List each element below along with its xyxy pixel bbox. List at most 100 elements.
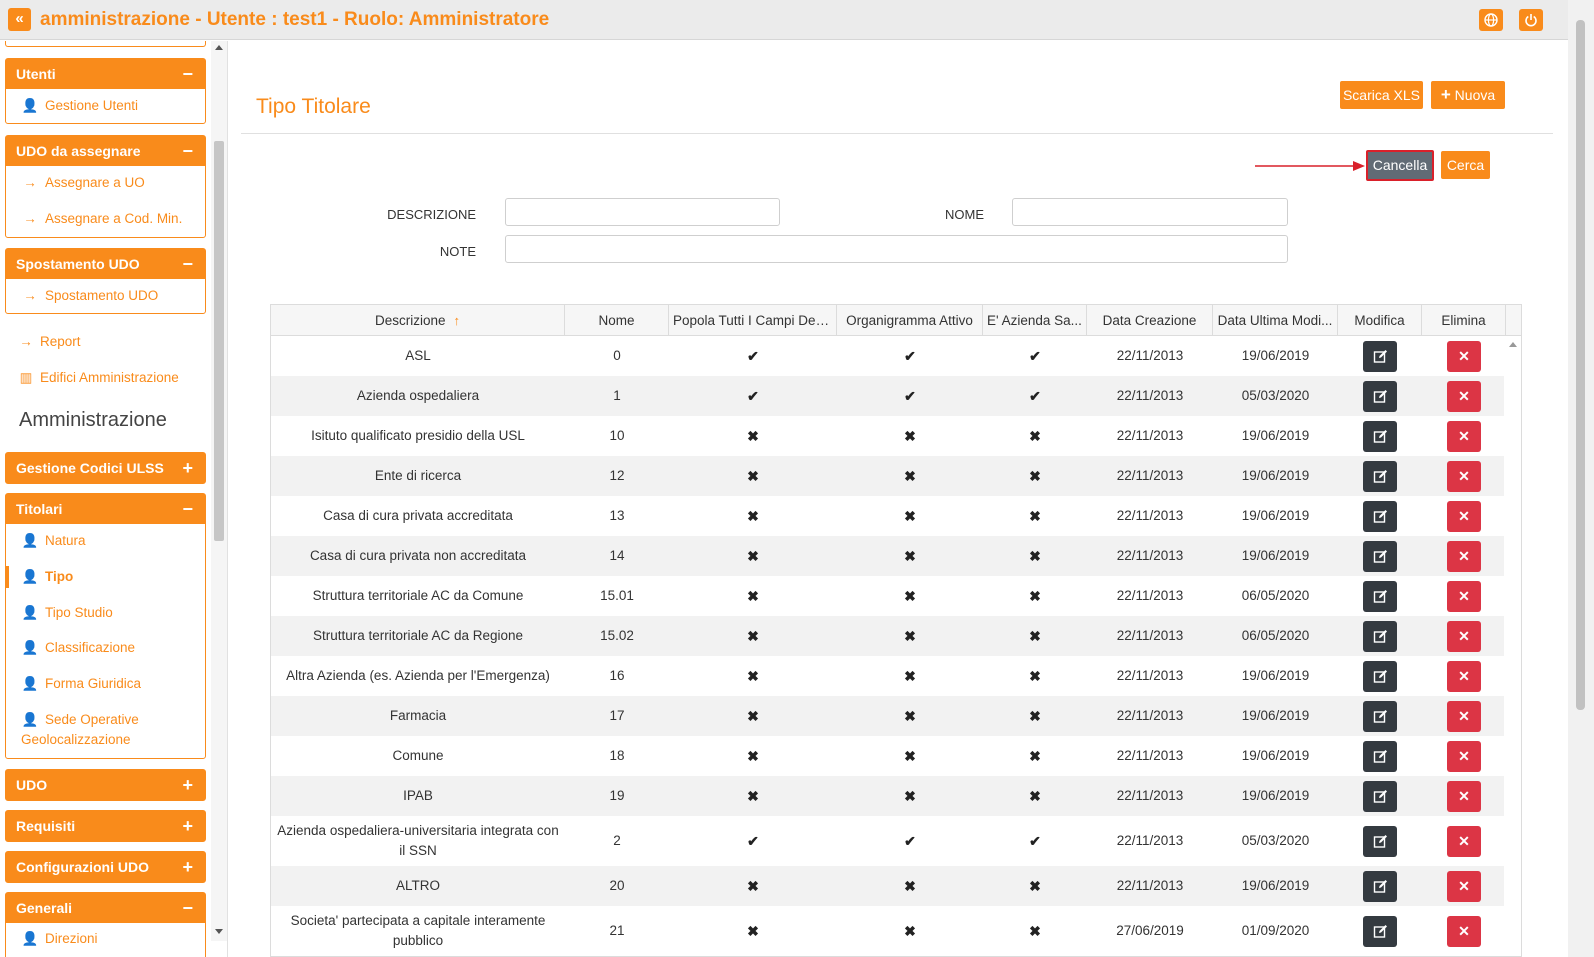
sidebar-item-assegnare-uo[interactable]: → Assegnare a UO <box>21 175 145 190</box>
sidebar-panel-requisiti[interactable]: Requisiti + <box>5 810 206 842</box>
edit-icon[interactable] <box>1363 460 1397 492</box>
expand-icon[interactable]: + <box>182 852 193 882</box>
double-chevron-left-icon[interactable]: « <box>8 8 31 31</box>
sidebar-panel-udo[interactable]: UDO + <box>5 769 206 801</box>
cancel-button[interactable]: Cancella <box>1366 150 1434 181</box>
sort-ascending-icon[interactable]: ↑ <box>454 313 461 328</box>
edit-icon[interactable] <box>1363 620 1397 652</box>
delete-icon[interactable]: ✕ <box>1447 740 1481 772</box>
sidebar-panel-gestione-codici-ulss[interactable]: Gestione Codici ULSS + <box>5 452 206 484</box>
table-row[interactable]: Struttura territoriale AC da Comune 15.01… <box>271 576 1504 616</box>
edit-icon[interactable] <box>1363 660 1397 692</box>
sidebar-item-tipo-studio[interactable]: 👤 Tipo Studio <box>21 605 113 621</box>
table-row[interactable]: ASL 0 ✔ ✔ ✔ 22/11/2013 19/06/2019 ✕ <box>271 336 1504 376</box>
collapse-icon[interactable]: − <box>182 249 193 279</box>
sidebar-link-report[interactable]: → Report <box>18 334 80 349</box>
sidebar-scrollbar[interactable] <box>211 41 227 941</box>
table-row[interactable]: Azienda ospedaliera 1 ✔ ✔ ✔ 22/11/2013 05/03/2… <box>271 376 1504 416</box>
panel-header-utenti[interactable]: Utenti − <box>6 59 205 89</box>
column-header-nome[interactable]: Nome <box>565 305 669 336</box>
delete-icon[interactable]: ✕ <box>1447 460 1481 492</box>
delete-icon[interactable]: ✕ <box>1447 580 1481 612</box>
table-row[interactable]: Casa di cura privata accreditata 13 ✖ ✖ ✖ 22/… <box>271 496 1504 536</box>
new-button[interactable]: + Nuova <box>1431 81 1505 109</box>
delete-icon[interactable]: ✕ <box>1447 500 1481 532</box>
note-input[interactable] <box>505 235 1288 263</box>
sidebar-item-direzioni[interactable]: 👤 Direzioni <box>21 931 98 947</box>
delete-icon[interactable]: ✕ <box>1447 870 1481 902</box>
cell-creazione: 27/06/2019 <box>1116 923 1184 938</box>
edit-icon[interactable] <box>1363 340 1397 372</box>
cell-organigramma: ✖ <box>837 576 983 616</box>
edit-icon[interactable] <box>1363 870 1397 902</box>
expand-icon[interactable]: + <box>182 811 193 841</box>
sidebar-item-spostamento-udo[interactable]: → Spostamento UDO <box>21 288 158 303</box>
column-header-azienda[interactable]: E' Azienda Sa... <box>983 305 1087 336</box>
expand-icon[interactable]: + <box>182 453 193 483</box>
panel-header-udo-da-assegnare[interactable]: UDO da assegnare − <box>6 136 205 166</box>
edit-icon[interactable] <box>1363 740 1397 772</box>
sidebar-item-sede-operative[interactable]: 👤 Sede Operative Geolocalizzazione <box>21 710 181 750</box>
cell-nome: 21 <box>609 923 625 938</box>
edit-icon[interactable] <box>1363 780 1397 812</box>
download-xls-button[interactable]: Scarica XLS <box>1340 81 1423 109</box>
column-header-data-ultima-modifica[interactable]: Data Ultima Modi... <box>1213 305 1338 336</box>
edit-icon[interactable] <box>1363 700 1397 732</box>
table-row[interactable]: ALTRO 20 ✖ ✖ ✖ 22/11/2013 19/06/2019 ✕ <box>271 866 1504 906</box>
delete-icon[interactable]: ✕ <box>1447 660 1481 692</box>
grid-scrollbar[interactable] <box>1505 336 1521 956</box>
table-row[interactable]: Azienda ospedaliera-universitaria integr… <box>271 816 1504 866</box>
delete-icon[interactable]: ✕ <box>1447 620 1481 652</box>
column-header-organigramma[interactable]: Organigramma Attivo <box>837 305 983 336</box>
sidebar-link-edifici[interactable]: ▥ Edifici Amministrazione <box>18 370 179 386</box>
sidebar-item-natura[interactable]: 👤 Natura <box>21 533 86 549</box>
delete-icon[interactable]: ✕ <box>1447 540 1481 572</box>
panel-header-generali[interactable]: Generali − <box>6 893 205 923</box>
table-row[interactable]: Struttura territoriale AC da Regione 15.0… <box>271 616 1504 656</box>
edit-icon[interactable] <box>1363 380 1397 412</box>
search-button[interactable]: Cerca <box>1441 151 1490 179</box>
table-row[interactable]: Farmacia 17 ✖ ✖ ✖ 22/11/2013 19/06/2019 ✕ <box>271 696 1504 736</box>
delete-icon[interactable]: ✕ <box>1447 380 1481 412</box>
panel-header-spostamento-udo[interactable]: Spostamento UDO − <box>6 249 205 279</box>
power-icon[interactable] <box>1519 9 1543 31</box>
panel-header-titolari[interactable]: Titolari − <box>6 494 205 524</box>
delete-icon[interactable]: ✕ <box>1447 700 1481 732</box>
delete-icon[interactable]: ✕ <box>1447 780 1481 812</box>
column-header-descrizione[interactable]: Descrizione ↑ <box>271 305 565 336</box>
expand-icon[interactable]: + <box>182 770 193 800</box>
table-row[interactable]: Altra Azienda (es. Azienda per l'Emergen… <box>271 656 1504 696</box>
collapse-icon[interactable]: − <box>182 893 193 923</box>
table-row[interactable]: Casa di cura privata non accreditata 14 ✖ ✖… <box>271 536 1504 576</box>
collapse-icon[interactable]: − <box>182 494 193 524</box>
edit-icon[interactable] <box>1363 540 1397 572</box>
delete-icon[interactable]: ✕ <box>1447 340 1481 372</box>
sidebar-item-gestione-utenti[interactable]: 👤 Gestione Utenti <box>21 98 138 114</box>
sidebar-item-forma-giuridica[interactable]: 👤 Forma Giuridica <box>21 676 141 692</box>
window-scrollbar[interactable] <box>1568 0 1594 957</box>
sidebar-item-tipo[interactable]: 👤 Tipo <box>21 569 74 585</box>
descrizione-input[interactable] <box>505 198 780 226</box>
delete-icon[interactable]: ✕ <box>1447 420 1481 452</box>
collapse-icon[interactable]: − <box>182 136 193 166</box>
delete-icon[interactable]: ✕ <box>1447 825 1481 857</box>
table-row[interactable]: Isituto qualificato presidio della USL 10… <box>271 416 1504 456</box>
nome-input[interactable] <box>1012 198 1288 226</box>
table-row[interactable]: Comune 18 ✖ ✖ ✖ 22/11/2013 19/06/2019 ✕ <box>271 736 1504 776</box>
edit-icon[interactable] <box>1363 580 1397 612</box>
collapse-icon[interactable]: − <box>182 59 193 89</box>
sidebar-item-assegnare-cod-min[interactable]: → Assegnare a Cod. Min. <box>21 211 182 226</box>
table-row[interactable]: Societa' partecipata a capitale interame… <box>271 906 1504 956</box>
sidebar-item-classificazione[interactable]: 👤 Classificazione <box>21 640 135 656</box>
column-header-popola[interactable]: Popola Tutti I Campi Del ... <box>669 305 837 336</box>
column-header-data-creazione[interactable]: Data Creazione <box>1087 305 1213 336</box>
edit-icon[interactable] <box>1363 915 1397 947</box>
delete-icon[interactable]: ✕ <box>1447 915 1481 947</box>
table-row[interactable]: Ente di ricerca 12 ✖ ✖ ✖ 22/11/2013 19/06/2019… <box>271 456 1504 496</box>
edit-icon[interactable] <box>1363 500 1397 532</box>
edit-icon[interactable] <box>1363 420 1397 452</box>
edit-icon[interactable] <box>1363 825 1397 857</box>
table-row[interactable]: IPAB 19 ✖ ✖ ✖ 22/11/2013 19/06/2019 ✕ <box>271 776 1504 816</box>
sidebar-panel-configurazioni-udo[interactable]: Configurazioni UDO + <box>5 851 206 883</box>
globe-icon[interactable] <box>1479 9 1503 31</box>
